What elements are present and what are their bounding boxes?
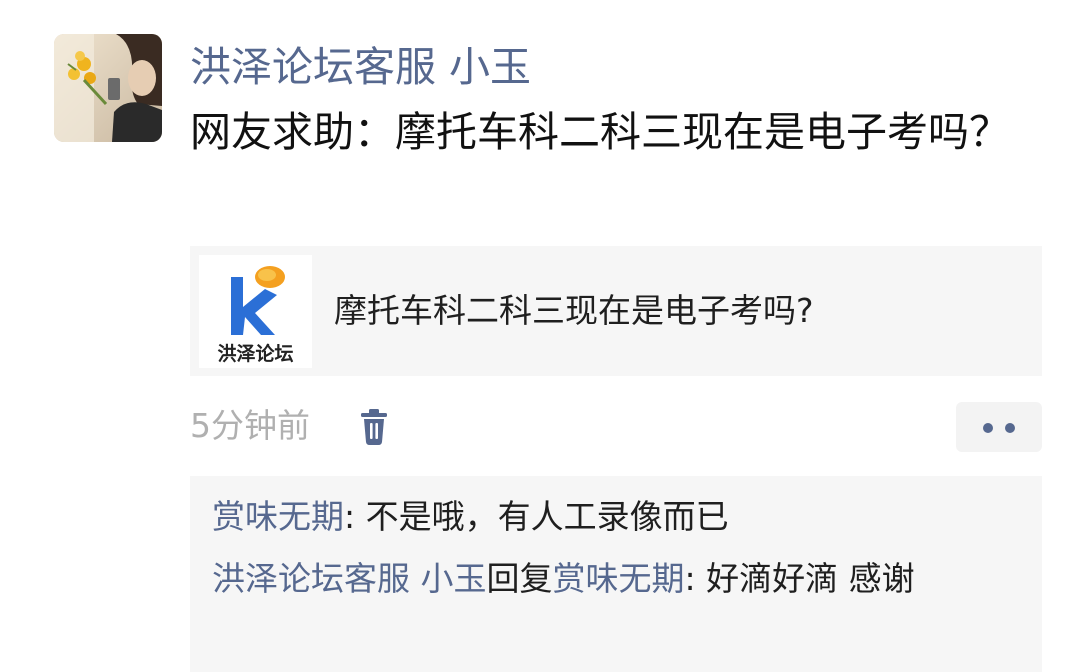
delete-button[interactable] xyxy=(354,404,394,448)
brand-name: 洪泽论坛 xyxy=(217,343,294,365)
reply-to-username[interactable]: 赏味无期 xyxy=(553,559,685,598)
more-options-button[interactable] xyxy=(956,402,1042,452)
reply-word: 回复 xyxy=(486,559,553,598)
comment-item: 赏味无期: 不是哦，有人工录像而已 xyxy=(212,490,1028,544)
comment-separator: : xyxy=(344,497,366,536)
link-thumbnail: 洪泽论坛 xyxy=(199,255,312,368)
user-avatar-photo-icon xyxy=(54,34,162,142)
post-text: 网友求助：摩托车科二科三现在是电子考吗？ xyxy=(190,108,1010,156)
hongze-forum-logo-icon xyxy=(231,266,285,335)
link-title[interactable]: 摩托车科二科三现在是电子考吗? xyxy=(334,290,814,332)
more-dots-icon xyxy=(1005,423,1015,433)
trash-icon xyxy=(361,409,387,445)
shared-link-card[interactable]: 洪泽论坛 摩托车科二科三现在是电子考吗? xyxy=(190,246,1042,376)
avatar[interactable] xyxy=(54,34,162,142)
more-dots-icon xyxy=(983,423,993,433)
comment-text: 不是哦，有人工录像而已 xyxy=(365,497,729,536)
comment-text: 好滴好滴 感谢 xyxy=(706,559,915,598)
post-timestamp: 5分钟前 xyxy=(190,406,310,445)
comments-section: 赏味无期: 不是哦，有人工录像而已 洪泽论坛客服 小玉回复赏味无期: 好滴好滴 … xyxy=(190,476,1042,672)
comment-username[interactable]: 赏味无期 xyxy=(212,497,344,536)
comment-username[interactable]: 洪泽论坛客服 小玉 xyxy=(212,559,487,598)
comment-item: 洪泽论坛客服 小玉回复赏味无期: 好滴好滴 感谢 xyxy=(212,552,1028,606)
comment-separator: : xyxy=(684,559,707,598)
post-author-name[interactable]: 洪泽论坛客服 小玉 xyxy=(190,40,531,94)
